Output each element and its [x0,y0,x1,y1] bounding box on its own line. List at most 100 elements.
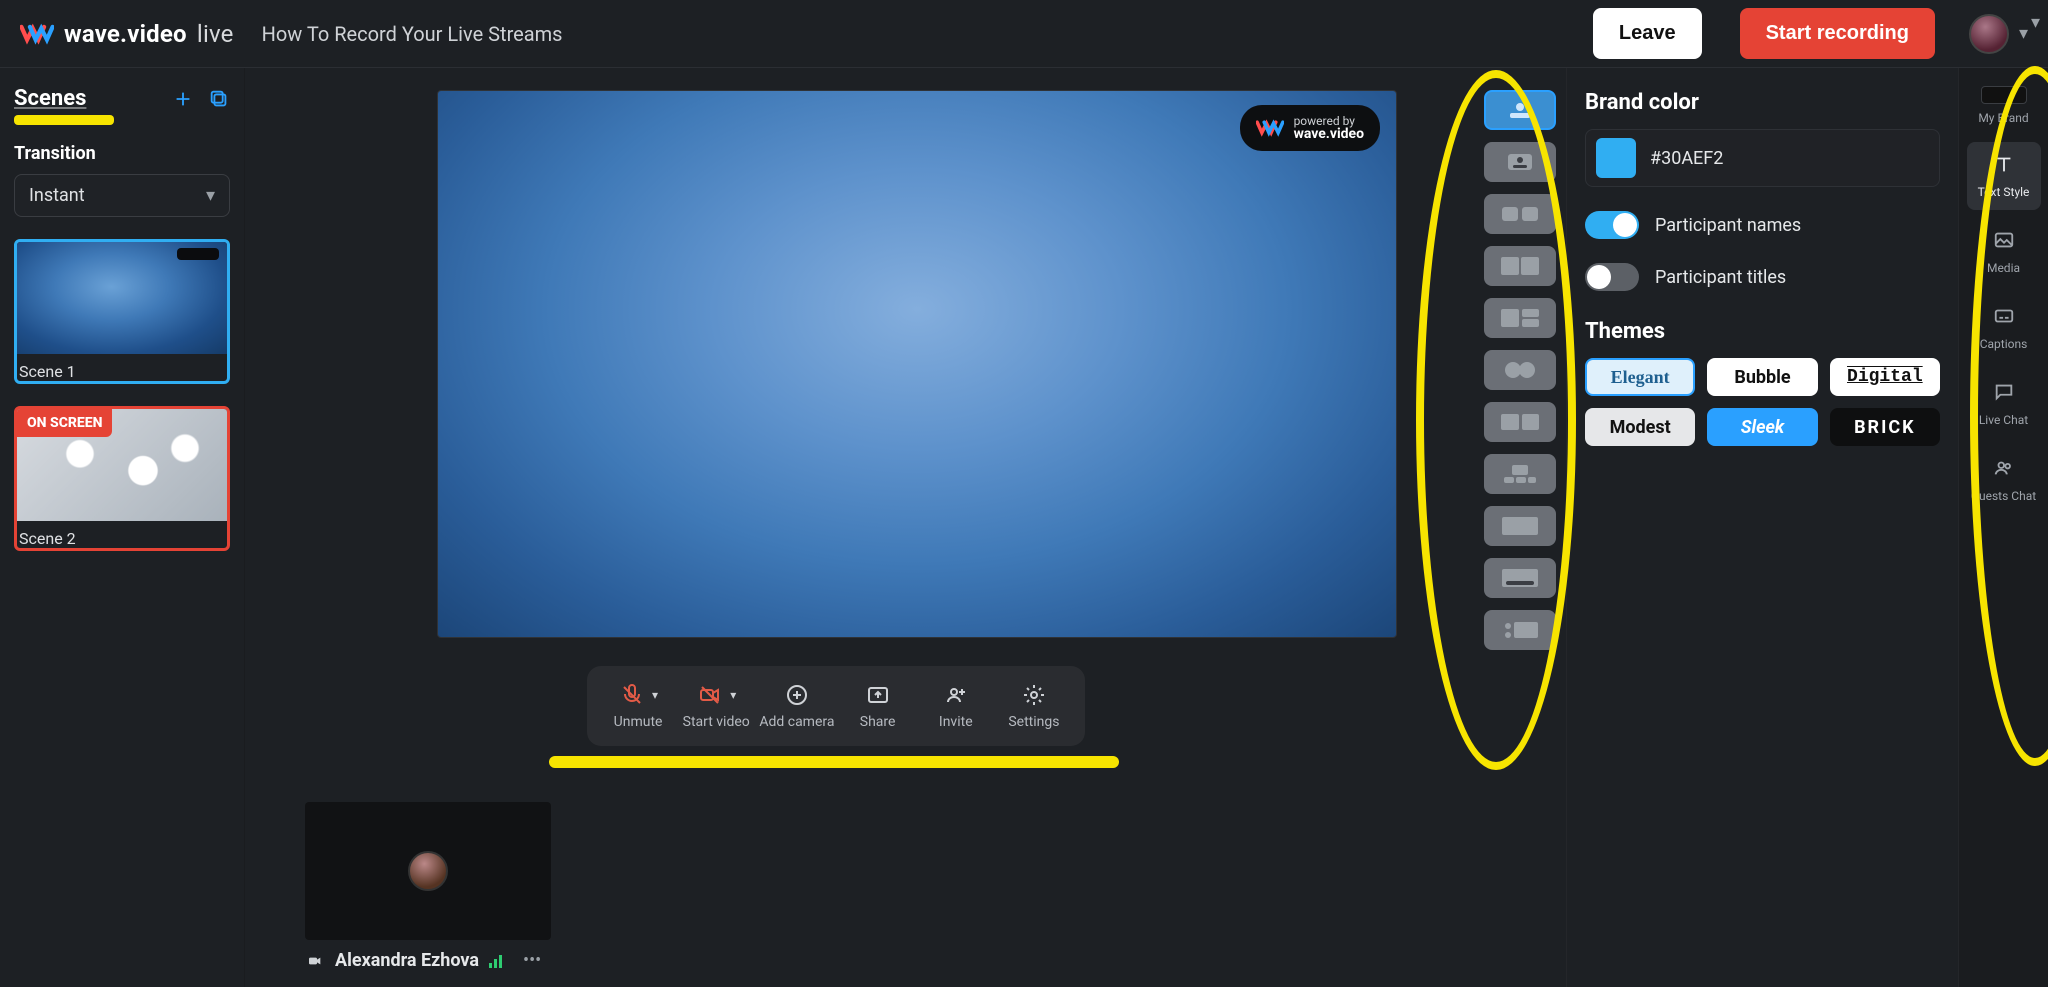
scenes-title: Scenes [14,86,86,111]
start-recording-button[interactable]: Start recording [1740,8,1935,59]
stream-title[interactable]: How To Record Your Live Streams [262,22,563,46]
participant-names-toggle[interactable] [1585,211,1639,239]
share-screen-icon [864,682,892,708]
style-panel: Brand color #30AEF2 Participant names Pa… [1566,68,1958,987]
layout-single-small[interactable] [1484,142,1556,182]
unmute-label: Unmute [614,714,663,730]
annotation-underline [549,756,1119,768]
scene-thumbnail [17,242,227,354]
stage: powered by wave.video ▾ Unmute [245,68,1566,987]
captions-icon [1991,305,2017,332]
layout-two-up[interactable] [1484,194,1556,234]
participant-avatar-icon [408,851,448,891]
app-logo: wave.video live [20,20,234,48]
chevron-down-icon: ▾ [206,185,215,206]
logo-mark-icon [20,23,54,45]
text-style-icon [1991,153,2017,180]
right-rail: My Brand ▾ Text Style Media Captions L [1958,68,2048,987]
scene-label: Scene 1 [17,354,227,381]
theme-digital[interactable]: Digital [1830,358,1940,396]
participant-titles-toggle[interactable] [1585,263,1639,291]
thumb-watermark-icon [177,248,219,260]
scene-label: Scene 2 [17,521,227,548]
chevron-down-icon: ▾ [2031,12,2040,33]
invite-icon [942,682,970,708]
control-bar: ▾ Unmute ▾ Start video Add camera [587,666,1085,746]
account-menu[interactable]: ▾ [1969,14,2028,54]
layout-lower-third[interactable] [1484,558,1556,598]
chat-icon [1991,381,2017,408]
scenes-panel: Scenes Transition Instant ▾ Scene 1 [0,68,244,987]
on-screen-badge: ON SCREEN [17,409,112,437]
layout-speaker-list[interactable] [1484,610,1556,650]
layout-split[interactable] [1484,246,1556,286]
themes-label: Themes [1585,319,1940,344]
share-label: Share [860,714,896,730]
add-scene-icon[interactable] [172,88,194,110]
transition-value: Instant [29,185,85,206]
participant-tile[interactable]: Alexandra Ezhova ••• [305,802,551,971]
layout-side-by-side[interactable] [1484,402,1556,442]
theme-grid: Elegant Bubble Digital Modest Sleek BRIC… [1585,358,1940,446]
layout-list [1474,90,1566,650]
scene-thumbnail: ON SCREEN [17,409,227,521]
gear-icon [1020,682,1048,708]
add-camera-button[interactable]: Add camera [759,682,834,730]
settings-button[interactable]: Settings [999,682,1069,730]
settings-label: Settings [1008,714,1059,730]
theme-modest[interactable]: Modest [1585,408,1695,446]
annotation-highlight [14,115,114,125]
chevron-down-icon: ▾ [2019,23,2028,44]
rail-guests-chat[interactable]: Guests Chat [1967,446,2041,514]
watermark-bottom: wave.video [1294,127,1364,141]
chevron-down-icon[interactable]: ▾ [730,688,736,702]
layout-grid-3[interactable] [1484,298,1556,338]
layout-bubbles[interactable] [1484,350,1556,390]
rail-live-chat[interactable]: Live Chat [1967,370,2041,438]
participant-name: Alexandra Ezhova [335,950,479,971]
preview-canvas[interactable]: powered by wave.video [437,90,1397,638]
brand-color-value: #30AEF2 [1650,148,1723,169]
signal-icon [489,954,507,968]
logo-mark-icon [1256,119,1284,137]
media-icon [1991,229,2017,256]
preview-watermark: powered by wave.video [1240,105,1380,151]
theme-sleek[interactable]: Sleek [1707,408,1817,446]
rail-captions[interactable]: Captions [1967,294,2041,362]
invite-button[interactable]: Invite [921,682,991,730]
participant-titles-label: Participant titles [1655,267,1786,288]
more-icon[interactable]: ••• [523,950,541,971]
scene-card[interactable]: ON SCREEN Scene 2 [14,406,230,551]
duplicate-scene-icon[interactable] [208,88,230,110]
rail-my-brand[interactable]: My Brand ▾ [1967,78,2041,134]
people-icon [1991,457,2017,484]
theme-elegant[interactable]: Elegant [1585,358,1695,396]
color-swatch-icon [1596,138,1636,178]
theme-brick[interactable]: BRICK [1830,408,1940,446]
brand-chip-icon [1981,86,2027,104]
chevron-down-icon[interactable]: ▾ [652,688,658,702]
camera-off-icon [696,682,724,708]
add-circle-icon [783,682,811,708]
mic-off-icon [618,682,646,708]
invite-label: Invite [939,714,973,730]
layout-spotlight-3[interactable] [1484,454,1556,494]
participant-video [305,802,551,940]
rail-text-style[interactable]: Text Style [1967,142,2041,210]
layout-fullscreen[interactable] [1484,506,1556,546]
start-video-label: Start video [683,714,750,730]
leave-button[interactable]: Leave [1593,8,1702,59]
transition-select[interactable]: Instant ▾ [14,174,230,217]
add-camera-label: Add camera [759,714,834,730]
user-avatar-icon [1969,14,2009,54]
theme-bubble[interactable]: Bubble [1707,358,1817,396]
rail-media[interactable]: Media [1967,218,2041,286]
participant-names-label: Participant names [1655,215,1801,236]
start-video-button[interactable]: ▾ Start video [681,682,751,730]
layout-single[interactable] [1484,90,1556,130]
scene-card[interactable]: Scene 1 [14,239,230,384]
topbar: wave.video live How To Record Your Live … [0,0,2048,68]
unmute-button[interactable]: ▾ Unmute [603,682,673,730]
brand-color-input[interactable]: #30AEF2 [1585,129,1940,187]
share-button[interactable]: Share [843,682,913,730]
